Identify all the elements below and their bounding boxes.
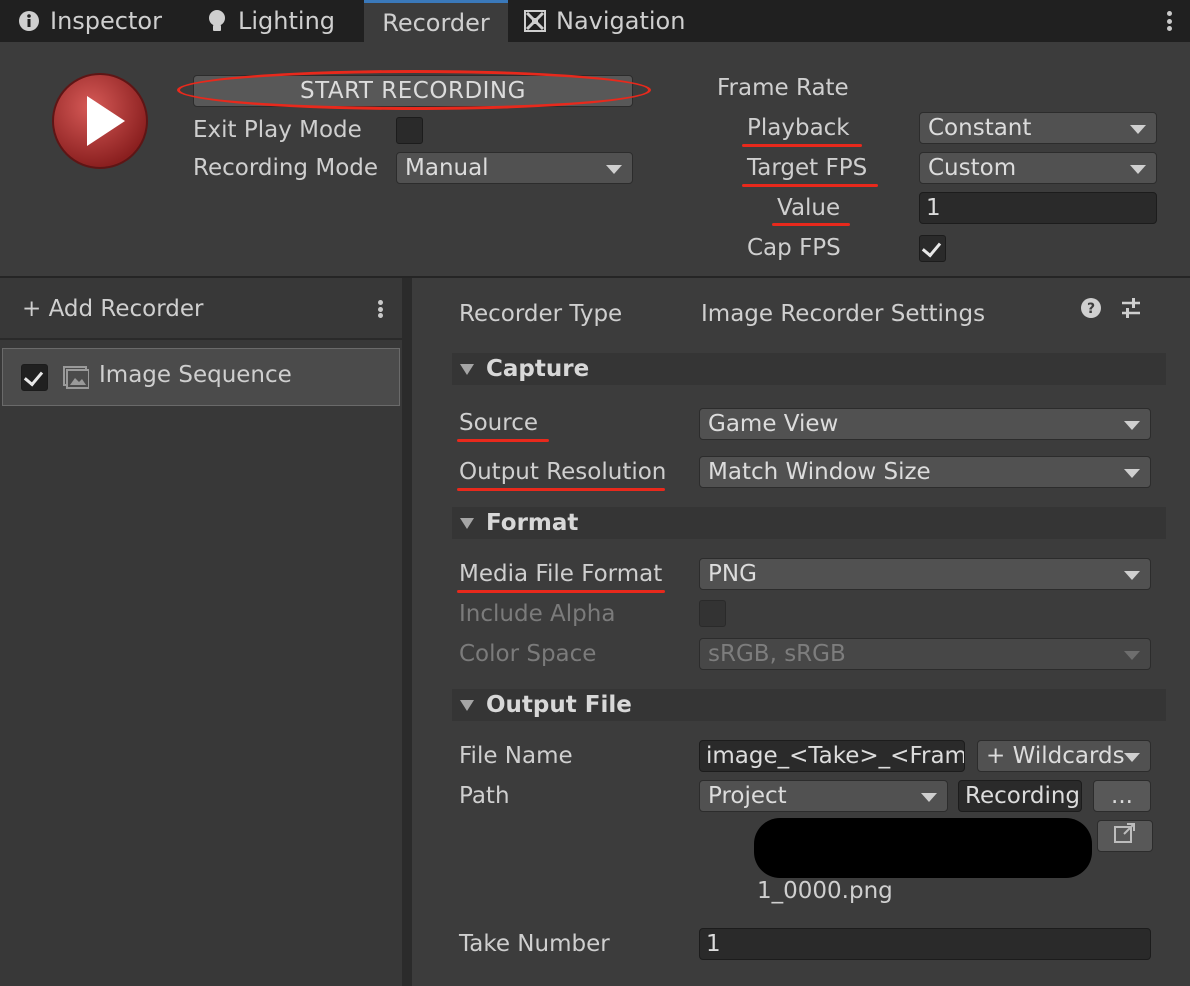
chevron-down-icon (1124, 421, 1140, 430)
output-file-preview: 1_0000.png (757, 878, 893, 904)
media-file-format-underline (457, 590, 665, 593)
image-icon (63, 365, 90, 393)
tab-recorder[interactable]: Recorder (364, 0, 508, 42)
path-label: Path (459, 783, 510, 809)
format-section-header[interactable]: Format (452, 507, 1166, 539)
take-number-input[interactable]: 1 (699, 928, 1151, 960)
play-record-icon[interactable] (51, 72, 149, 170)
recorder-list-menu-icon[interactable] (378, 300, 384, 318)
chevron-down-icon (1130, 125, 1146, 134)
recording-mode-label: Recording Mode (193, 155, 379, 181)
path-folder-input[interactable]: Recordings (958, 780, 1082, 812)
target-fps-label: Target FPS (747, 155, 868, 181)
frame-rate-title: Frame Rate (717, 75, 849, 101)
target-fps-dropdown[interactable]: Custom (919, 152, 1157, 184)
browse-path-button[interactable]: ... (1093, 780, 1151, 812)
foldout-icon (460, 363, 474, 375)
path-root-dropdown[interactable]: Project (699, 780, 948, 812)
preset-settings-icon[interactable] (1120, 296, 1142, 324)
media-file-format-label: Media File Format (459, 561, 663, 587)
output-resolution-underline (457, 488, 665, 491)
file-name-label: File Name (459, 743, 573, 769)
chevron-down-icon (606, 165, 622, 174)
chevron-down-icon (1124, 469, 1140, 478)
foldout-icon (460, 699, 474, 711)
format-header-label: Format (486, 510, 579, 536)
output-resolution-dropdown[interactable]: Match Window Size (699, 456, 1151, 488)
color-space-value: sRGB, sRGB (708, 641, 846, 667)
recorder-name: Image Sequence (99, 362, 292, 388)
playback-dropdown[interactable]: Constant (919, 112, 1157, 144)
chevron-down-icon (1130, 165, 1146, 174)
help-icon[interactable]: ? (1081, 298, 1101, 322)
chevron-down-icon (1124, 753, 1140, 762)
cap-fps-checkbox[interactable] (919, 235, 946, 262)
chevron-down-icon (1124, 651, 1140, 660)
recording-mode-value: Manual (405, 155, 489, 181)
source-label: Source (459, 410, 538, 436)
source-underline (457, 439, 549, 442)
open-folder-button[interactable] (1097, 820, 1153, 852)
playback-value: Constant (928, 115, 1032, 141)
panel-divider[interactable] (402, 278, 412, 986)
target-fps-value: Custom (928, 155, 1017, 181)
fps-value-input[interactable]: 1 (919, 192, 1157, 224)
chevron-down-icon (1124, 571, 1140, 580)
capture-header-label: Capture (486, 356, 590, 382)
bulb-icon (206, 10, 228, 32)
open-external-icon (1113, 822, 1137, 850)
tab-bar: Inspector Lighting Recorder Navigation (0, 0, 1190, 42)
add-recorder-button[interactable]: + Add Recorder (22, 296, 204, 322)
svg-text:?: ? (1087, 301, 1095, 317)
checkmark-icon (23, 366, 44, 387)
exit-play-mode-label: Exit Play Mode (193, 117, 362, 143)
start-recording-button[interactable]: START RECORDING (193, 75, 633, 107)
recorder-type-value: Image Recorder Settings (701, 301, 986, 327)
color-space-label: Color Space (459, 641, 597, 667)
playback-underline (742, 144, 862, 147)
color-space-dropdown: sRGB, sRGB (699, 638, 1151, 670)
include-alpha-checkbox (699, 600, 726, 627)
media-file-format-value: PNG (708, 561, 757, 587)
wildcards-label: + Wildcards (986, 743, 1125, 769)
take-number-label: Take Number (459, 931, 610, 957)
wildcards-dropdown[interactable]: + Wildcards (977, 740, 1151, 772)
tab-inspector-label: Inspector (50, 7, 162, 35)
cap-fps-label: Cap FPS (747, 235, 841, 261)
recorder-type-label: Recorder Type (459, 301, 623, 327)
media-file-format-dropdown[interactable]: PNG (699, 558, 1151, 590)
path-root-value: Project (708, 783, 787, 809)
recorder-enabled-checkbox[interactable] (21, 364, 48, 391)
add-recorder-row: + Add Recorder (0, 278, 402, 340)
tab-inspector[interactable]: Inspector (18, 0, 162, 42)
tab-recorder-label: Recorder (382, 8, 490, 37)
exit-play-mode-checkbox[interactable] (396, 117, 423, 144)
redacted-output-path (754, 818, 1092, 878)
output-resolution-value: Match Window Size (708, 459, 931, 485)
info-icon (18, 10, 40, 32)
foldout-icon (460, 517, 474, 529)
chevron-down-icon (921, 793, 937, 802)
navigation-icon (524, 10, 546, 32)
source-dropdown[interactable]: Game View (699, 408, 1151, 440)
capture-section-header[interactable]: Capture (452, 353, 1166, 385)
playback-label: Playback (747, 115, 850, 141)
value-underline (772, 223, 850, 226)
tab-navigation[interactable]: Navigation (524, 0, 685, 42)
recording-mode-dropdown[interactable]: Manual (396, 152, 633, 184)
output-resolution-label: Output Resolution (459, 459, 667, 485)
file-name-input[interactable]: image_<Take>_<Frame> (699, 740, 965, 772)
tab-lighting[interactable]: Lighting (206, 0, 335, 42)
tab-navigation-label: Navigation (556, 7, 686, 35)
checkmark-icon (921, 237, 942, 258)
window-menu-icon[interactable] (1167, 11, 1173, 31)
value-label: Value (777, 195, 841, 221)
output-file-section-header[interactable]: Output File (452, 689, 1166, 721)
recorder-list-item[interactable]: Image Sequence (2, 348, 400, 406)
output-file-header-label: Output File (486, 692, 632, 718)
include-alpha-label: Include Alpha (459, 601, 616, 627)
target-fps-underline (742, 184, 878, 187)
source-value: Game View (708, 411, 839, 437)
tab-lighting-label: Lighting (238, 7, 336, 35)
